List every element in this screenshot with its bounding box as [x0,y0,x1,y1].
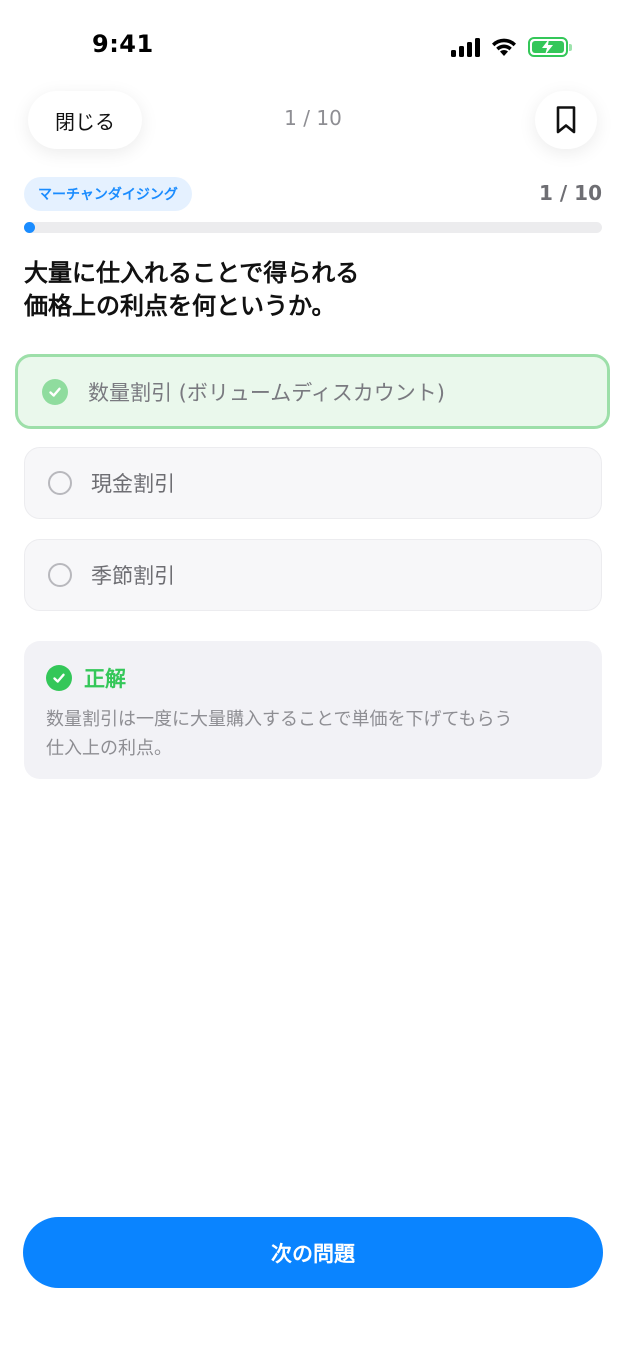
explanation-line-1: 数量割引は一度に大量購入することで単価を下げてもらう [46,709,513,730]
result-header: 正解 [46,663,580,693]
explanation-line-2: 仕入上の利点。 [46,738,172,759]
question-line-2: 価格上の利点を何というか。 [24,292,336,320]
bookmark-icon [556,106,576,134]
radio-empty-icon [48,471,72,495]
status-time: 9:41 [92,30,154,58]
category-badge: マーチャンダイジング [24,177,192,211]
progress-counter: 1 / 10 [539,181,602,205]
close-button[interactable]: 閉じる [28,91,142,149]
explanation-text: 数量割引は一度に大量購入することで単価を下げてもらう 仕入上の利点。 [46,705,580,763]
next-question-button[interactable]: 次の問題 [23,1217,603,1288]
option-label: 季節割引 [91,564,175,588]
result-label: 正解 [84,667,126,691]
status-bar: 9:41 [0,0,626,92]
wifi-icon [492,38,516,56]
option-label: 現金割引 [91,472,175,496]
progress-fill [24,222,35,233]
bookmark-button[interactable] [535,91,597,149]
option-correct[interactable]: 数量割引 (ボリュームディスカウント) [15,354,610,429]
check-circle-icon [46,665,72,691]
check-circle-icon [42,378,68,405]
explanation-card: 正解 数量割引は一度に大量購入することで単価を下げてもらう 仕入上の利点。 [24,641,602,779]
option-2[interactable]: 現金割引 [24,447,602,519]
question-counter: 1 / 10 [284,106,342,130]
question-line-1: 大量に仕入れることで得られる [24,259,360,287]
option-3[interactable]: 季節割引 [24,539,602,611]
cellular-signal-icon [451,37,480,57]
status-icons [451,34,572,60]
progress-bar [24,222,602,233]
question-text: 大量に仕入れることで得られる 価格上の利点を何というか。 [24,257,584,323]
battery-charging-icon [528,37,572,57]
radio-empty-icon [48,563,72,587]
option-label: 数量割引 (ボリュームディスカウント) [88,380,445,405]
